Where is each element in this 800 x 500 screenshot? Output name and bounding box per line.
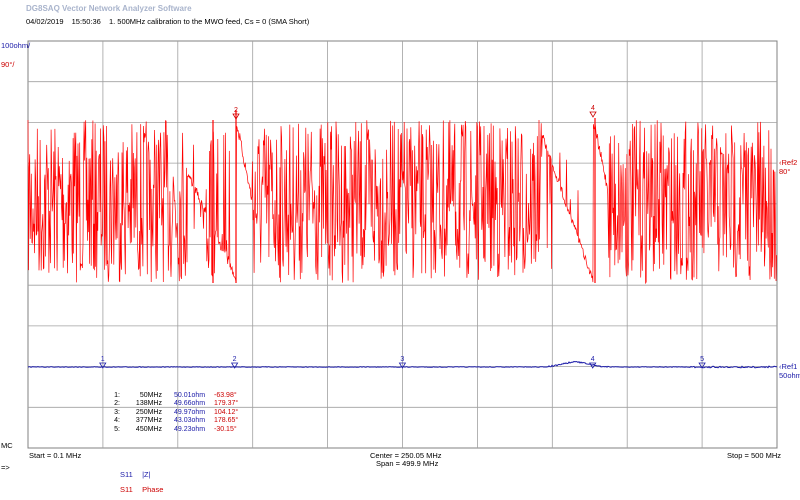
marker-n: 4: [114,417,120,425]
marker-n: 2: [114,400,120,408]
marker-row: 5: 450MHz 49.23ohm -30.15° [104,426,254,434]
trace-name: |Z| [142,470,151,479]
marker-freq: 450MHz [135,425,162,433]
trace-legend-impedance[interactable]: S11 |Z| [120,470,151,479]
ref2-value: 80° [779,167,791,176]
phase-marker-label: 2 [234,107,238,114]
trace-port: S11 [120,470,133,479]
trace-name: Phase [142,485,164,494]
marker-impedance: 49.23ohm [174,425,206,433]
impedance-marker-label: 1 [101,356,105,363]
marker-phase: 178.65° [214,417,239,425]
trace-port: S11 [120,485,133,494]
mc-label: MC [1,441,13,450]
impedance-scale-label: 100ohm/ [1,41,31,50]
ref1-marker: ‹Ref1 50ohm [779,362,800,380]
marker-impedance: 49.66ohm [174,400,206,408]
marker-row: 2: 138MHz 49.66ohm 179.37° [104,400,254,408]
span-frequency: Span = 499.9 MHz [376,459,439,468]
impedance-marker-label: 4 [591,356,595,363]
stop-frequency: Stop = 500 MHz [727,451,781,460]
trace-legend-phase[interactable]: S11 Phase [120,485,163,494]
start-frequency: Start = 0.1 MHz [29,451,82,460]
marker-row: 3: 250MHz 49.97ohm 104.12° [104,409,254,417]
impedance-marker-label: 3 [400,356,404,363]
marker-n: 5: [114,425,120,433]
phase-scale-label: 90°/ [1,60,15,69]
marker-readout-table: 1: 50MHz 50.01ohm -63.98° 2: 138MHz 49.66ohm 17… [104,392,254,434]
ref1-value: 50ohm [779,371,800,380]
phase-marker-label: 4 [591,105,595,112]
marker-freq: 138MHz [135,400,162,408]
marker-n: 1: [114,392,120,399]
marker-phase: 179.37° [214,400,239,408]
marker-row: 4: 377MHz 43.03ohm 178.65° [104,417,254,425]
marker-impedance: 50.01ohm [174,392,206,399]
impedance-marker-label: 2 [233,356,237,363]
impedance-marker-label: 5 [700,356,704,363]
marker-freq: 377MHz [135,417,162,425]
arrow-indicator: => [1,463,10,472]
marker-freq: 250MHz [135,408,162,416]
marker-phase: 104.12° [214,408,239,416]
marker-phase: -30.15° [214,425,237,433]
marker-freq: 50MHz [139,392,162,399]
marker-triangle-icon [589,111,597,118]
ref2-marker: ‹Ref2 80° [779,158,797,176]
marker-n: 3: [114,408,120,416]
marker-impedance: 43.03ohm [174,417,206,425]
marker-impedance: 49.97ohm [174,408,206,416]
ref2-label: Ref2 [781,158,798,167]
ref1-label: Ref1 [781,362,798,371]
